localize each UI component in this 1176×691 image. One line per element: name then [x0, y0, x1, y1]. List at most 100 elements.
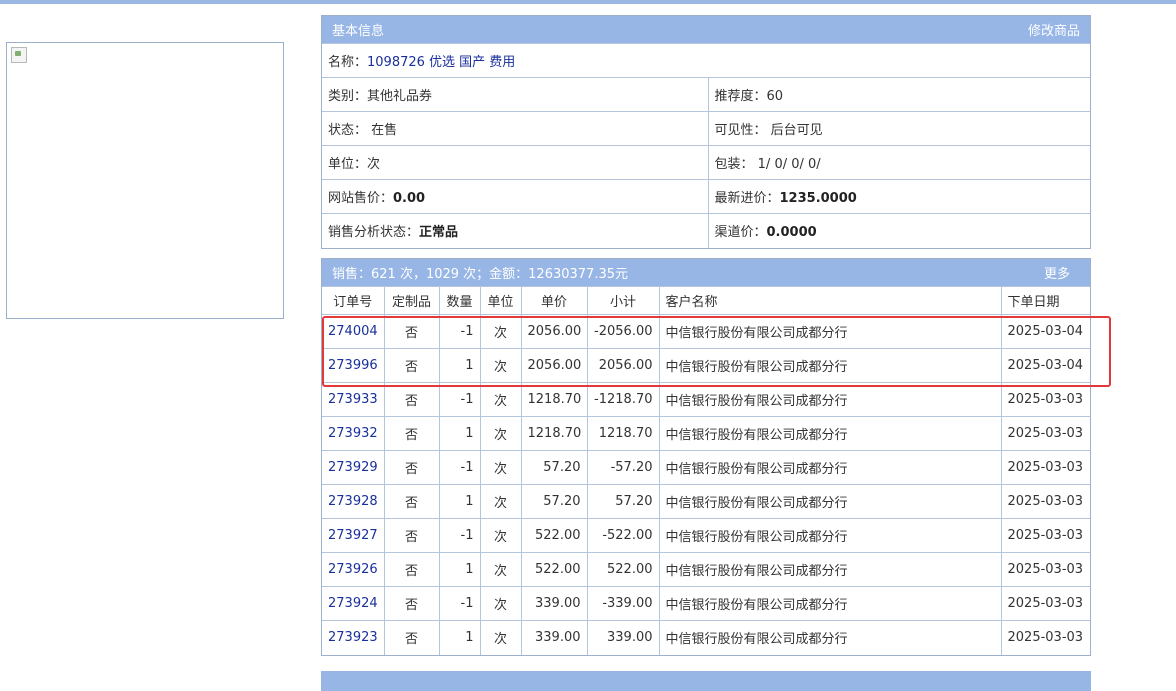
custom-cell: 否 [404, 462, 418, 477]
price-cell: 57.20 [543, 494, 581, 509]
order-number-link[interactable]: 273996 [328, 358, 378, 373]
subtotal-cell: 2056.00 [598, 358, 653, 373]
custom-cell: 否 [404, 428, 418, 443]
info-row-price: 网站售价：0.00 最新进价：1235.0000 [322, 179, 1090, 214]
broken-image-icon [11, 47, 27, 63]
custom-cell: 否 [404, 598, 418, 613]
next-panel-header [321, 671, 1091, 691]
custom-cell: 否 [404, 360, 418, 375]
status-label: 状态： [328, 123, 368, 138]
top-accent-line [0, 0, 1176, 4]
date-cell: 2025-03-04 [1007, 324, 1084, 339]
date-cell: 2025-03-03 [1007, 426, 1084, 441]
qty-cell: -1 [460, 596, 474, 611]
status-value: 在售 [371, 123, 398, 138]
price-cell: 57.20 [543, 460, 581, 475]
order-number-link[interactable]: 273928 [328, 494, 378, 509]
qty-cell: 1 [465, 426, 474, 441]
customer-cell: 中信银行股份有限公司成都分行 [665, 530, 848, 545]
qty-cell: 1 [465, 358, 474, 373]
order-number-link[interactable]: 273923 [328, 630, 378, 645]
subtotal-cell: 522.00 [607, 562, 653, 577]
unit-value: 次 [367, 157, 381, 172]
col-subtotal: 小计 [586, 286, 659, 315]
qty-cell: -1 [460, 392, 474, 407]
col-customer: 客户名称 [658, 286, 1001, 315]
date-cell: 2025-03-03 [1007, 596, 1084, 611]
sales-table: 订单号 定制品 数量 单位 单价 小计 客户名称 下单日期 274004 否 -1 次… [322, 286, 1090, 655]
package-label: 包装： [714, 157, 754, 172]
col-custom: 定制品 [383, 286, 439, 315]
table-row: 273932 否 1 次 1218.70 1218.70 中信银行股份有限公司成都分行 202… [322, 416, 1090, 451]
unit-cell: 次 [493, 462, 507, 477]
custom-cell: 否 [404, 394, 418, 409]
product-name-link[interactable]: 1098726 优选 国产 费用 [367, 55, 515, 70]
recommend-value: 60 [766, 89, 784, 104]
order-number-link[interactable]: 273933 [328, 392, 378, 407]
product-image-frame [6, 42, 284, 319]
customer-cell: 中信银行股份有限公司成都分行 [665, 394, 848, 409]
basic-info-header: 基本信息 修改商品 [322, 16, 1090, 43]
col-date: 下单日期 [1000, 286, 1090, 315]
order-number-link[interactable]: 273929 [328, 460, 378, 475]
price-cell: 522.00 [535, 562, 581, 577]
unit-cell: 次 [493, 632, 507, 648]
table-row: 273929 否 -1 次 57.20 -57.20 中信银行股份有限公司成都分行 2025-… [322, 450, 1090, 485]
price-cell: 2056.00 [527, 324, 582, 339]
col-order: 订单号 [322, 286, 384, 315]
date-cell: 2025-03-03 [1007, 528, 1084, 543]
table-row: 273928 否 1 次 57.20 57.20 中信银行股份有限公司成都分行 2025-03… [322, 484, 1090, 519]
qty-cell: -1 [460, 460, 474, 475]
unit-cell: 次 [493, 360, 507, 375]
info-row-analysis: 销售分析状态：正常品 渠道价：0.0000 [322, 213, 1090, 248]
custom-cell: 否 [404, 496, 418, 511]
latest-cost-value: 1235.0000 [779, 191, 857, 206]
site-price-label: 网站售价： [328, 191, 394, 206]
price-cell: 339.00 [535, 630, 581, 646]
sales-body: 274004 否 -1 次 2056.00 -2056.00 中信银行股份有限公司成都分行 2… [322, 314, 1090, 655]
qty-cell: 1 [465, 630, 474, 646]
subtotal-cell: 57.20 [615, 494, 653, 509]
sales-more-link[interactable]: 更多 [1044, 263, 1070, 282]
unit-label: 单位： [328, 157, 368, 172]
edit-product-link[interactable]: 修改商品 [1028, 20, 1080, 39]
qty-cell: -1 [460, 324, 474, 339]
name-label: 名称： [328, 55, 368, 70]
subtotal-cell: 1218.70 [598, 426, 653, 441]
latest-cost-label: 最新进价： [714, 191, 780, 206]
custom-cell: 否 [404, 530, 418, 545]
table-row: 273924 否 -1 次 339.00 -339.00 中信银行股份有限公司成都分行 202… [322, 586, 1090, 621]
customer-cell: 中信银行股份有限公司成都分行 [665, 496, 848, 511]
table-row: 273996 否 1 次 2056.00 2056.00 中信银行股份有限公司成都分行 202… [322, 348, 1090, 383]
custom-cell: 否 [404, 326, 418, 341]
price-cell: 339.00 [535, 596, 581, 611]
date-cell: 2025-03-04 [1007, 358, 1084, 373]
category-label: 类别： [328, 89, 368, 104]
col-qty: 数量 [438, 286, 480, 315]
table-row: 273927 否 -1 次 522.00 -522.00 中信银行股份有限公司成都分行 202… [322, 518, 1090, 553]
qty-cell: -1 [460, 528, 474, 543]
price-cell: 1218.70 [527, 392, 582, 407]
qty-cell: 1 [465, 494, 474, 509]
recommend-label: 推荐度： [714, 89, 767, 104]
unit-cell: 次 [493, 530, 507, 545]
info-row-unit: 单位：次 包装： 1/ 0/ 0/ 0/ [322, 145, 1090, 180]
basic-info-title: 基本信息 [332, 24, 385, 39]
channel-price-label: 渠道价： [714, 225, 767, 241]
sales-header: 销售：621 次，1029 次；金额：12630377.35元 更多 [322, 259, 1090, 286]
sales-header-row: 订单号 定制品 数量 单位 单价 小计 客户名称 下单日期 [322, 286, 1090, 315]
order-number-link[interactable]: 273932 [328, 426, 378, 441]
date-cell: 2025-03-03 [1007, 630, 1084, 646]
order-number-link[interactable]: 273927 [328, 528, 378, 543]
customer-cell: 中信银行股份有限公司成都分行 [665, 326, 848, 341]
customer-cell: 中信银行股份有限公司成都分行 [665, 564, 848, 579]
unit-cell: 次 [493, 326, 507, 341]
order-number-link[interactable]: 273926 [328, 562, 378, 577]
info-row-category: 类别：其他礼品券 推荐度：60 [322, 77, 1090, 112]
order-number-link[interactable]: 273924 [328, 596, 378, 611]
custom-cell: 否 [404, 564, 418, 579]
basic-info-panel: 基本信息 修改商品 名称：1098726 优选 国产 费用 类别：其他礼品券 推… [321, 15, 1091, 249]
unit-cell: 次 [493, 564, 507, 579]
order-number-link[interactable]: 274004 [328, 324, 378, 339]
subtotal-cell: -57.20 [610, 460, 653, 475]
